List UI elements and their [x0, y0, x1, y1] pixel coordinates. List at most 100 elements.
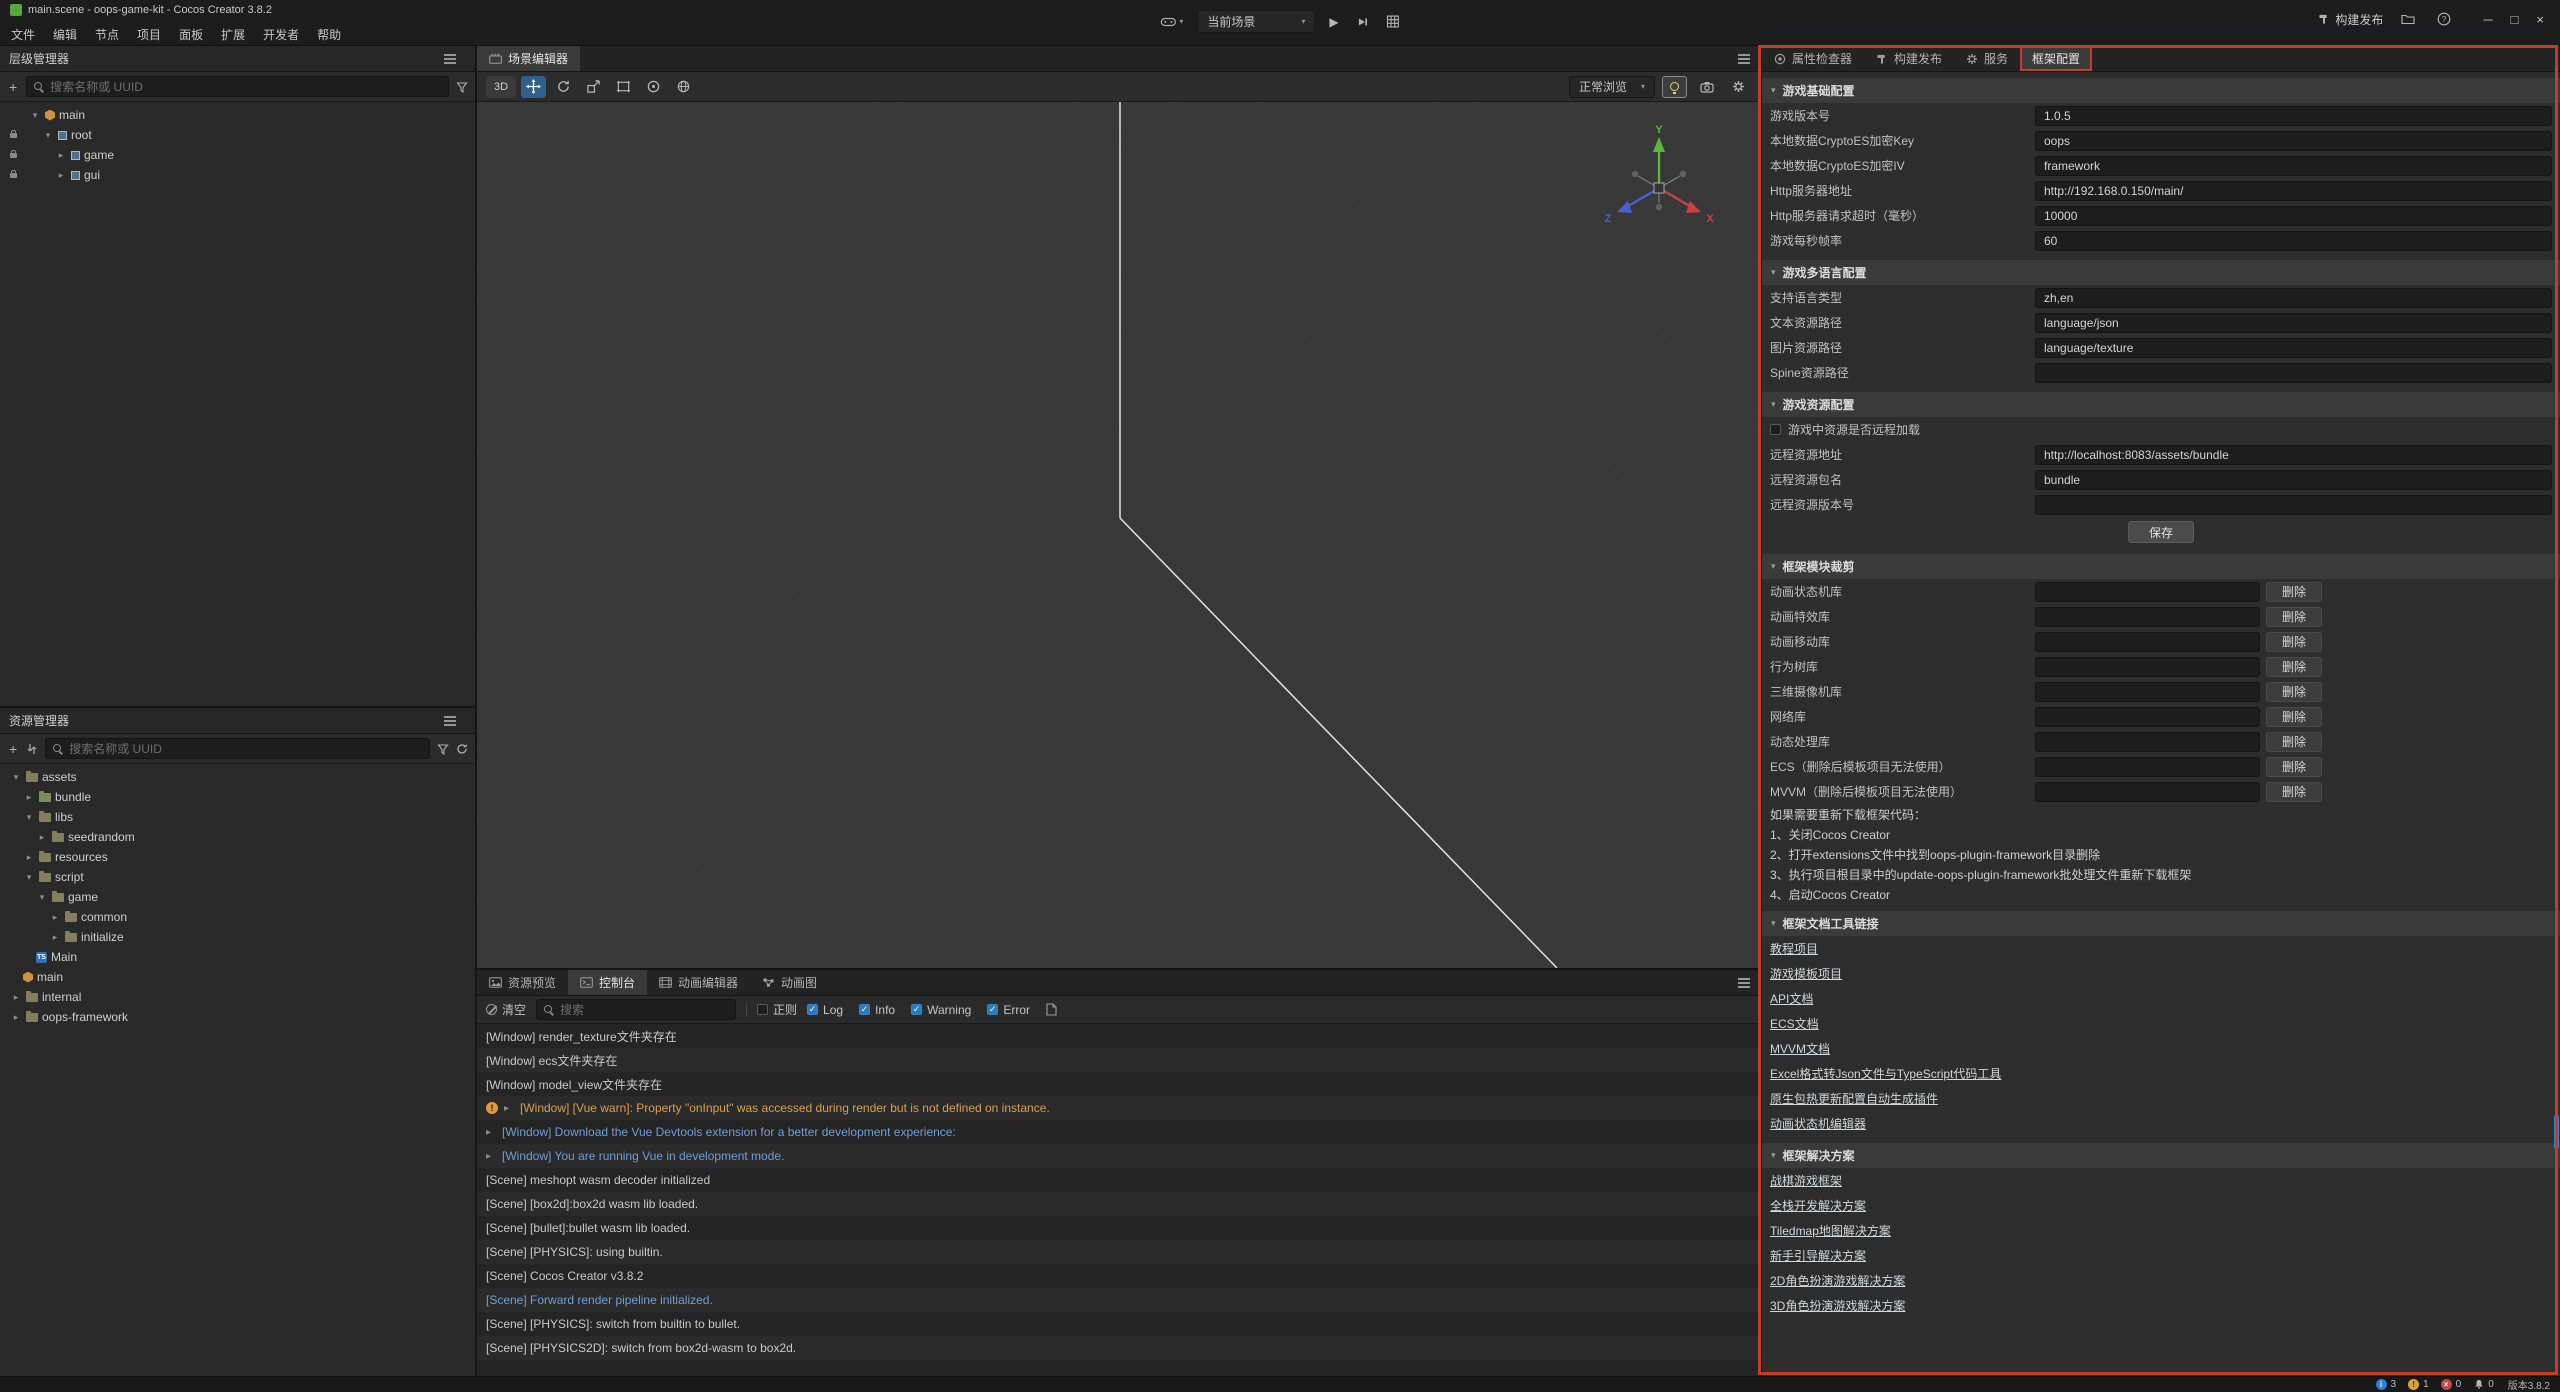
doc-link[interactable]: 游戏模板项目 [1770, 965, 1842, 982]
menu-item[interactable]: 项目 [128, 23, 170, 46]
field-input[interactable]: http://192.168.0.150/main/ [2035, 181, 2552, 201]
doc-link[interactable]: 教程项目 [1770, 940, 1818, 957]
delete-button[interactable]: 删除 [2266, 582, 2322, 602]
view-mode-select[interactable]: 正常浏览 ▾ [1569, 76, 1655, 98]
log-filter-warning[interactable]: Warning [911, 1003, 971, 1017]
minimize-button[interactable]: ─ [2475, 12, 2500, 27]
delete-button[interactable]: 删除 [2266, 732, 2322, 752]
sort-icon[interactable] [26, 743, 38, 755]
refresh-icon[interactable] [456, 743, 468, 755]
tab-framework-config[interactable]: 框架配置 [2020, 46, 2092, 71]
create-asset-button[interactable]: + [7, 741, 19, 757]
panel-menu-icon[interactable] [1728, 46, 1760, 71]
field-input[interactable]: 10000 [2035, 206, 2552, 226]
mode-3d-button[interactable]: 3D [486, 76, 516, 98]
chevron-down-icon[interactable]: ▾ [36, 892, 48, 903]
menu-item[interactable]: 节点 [86, 23, 128, 46]
filter-icon[interactable] [456, 81, 468, 93]
log-row[interactable]: !▸[Window] [Vue warn]: Property "onInput… [477, 1096, 1760, 1120]
field-input[interactable]: framework [2035, 156, 2552, 176]
chevron-right-icon[interactable]: ▸ [36, 832, 48, 843]
log-row[interactable]: [Scene] [box2d]:box2d wasm lib loaded. [477, 1192, 1760, 1216]
world-toggle[interactable] [671, 76, 696, 98]
log-row[interactable]: ▸[Window] Download the Vue Devtools exte… [477, 1120, 1760, 1144]
log-row[interactable]: [Window] render_texture文件夹存在 [477, 1024, 1760, 1048]
regex-toggle[interactable]: 正则 [757, 1001, 797, 1018]
doc-link[interactable]: API文档 [1770, 990, 1813, 1007]
maximize-button[interactable]: □ [2503, 12, 2527, 27]
panel-menu-icon[interactable] [434, 720, 466, 722]
light-toggle[interactable] [1662, 76, 1687, 98]
section-header[interactable]: ▾框架模块裁剪 [1762, 554, 2560, 579]
module-input[interactable] [2035, 657, 2260, 677]
assets-search-input[interactable] [69, 742, 422, 756]
folder-icon[interactable] [2397, 11, 2419, 27]
build-button[interactable]: 构建发布 [2318, 11, 2383, 28]
close-button[interactable]: × [2528, 12, 2552, 27]
delete-button[interactable]: 删除 [2266, 682, 2322, 702]
hierarchy-search[interactable] [26, 76, 449, 97]
field-input[interactable]: bundle [2035, 470, 2552, 490]
console-tab[interactable]: 动画编辑器 [647, 970, 750, 995]
log-row[interactable]: [Scene] meshopt wasm decoder initialized [477, 1168, 1760, 1192]
field-input[interactable]: http://localhost:8083/assets/bundle [2035, 445, 2552, 465]
module-input[interactable] [2035, 707, 2260, 727]
delete-button[interactable]: 删除 [2266, 607, 2322, 627]
section-header[interactable]: ▾游戏多语言配置 [1762, 260, 2560, 285]
module-input[interactable] [2035, 757, 2260, 777]
console-search[interactable] [536, 999, 736, 1020]
doc-link[interactable]: 全栈开发解决方案 [1770, 1197, 1866, 1214]
doc-link[interactable]: 3D角色扮演游戏解决方案 [1770, 1297, 1905, 1314]
field-input[interactable]: zh,en [2035, 288, 2552, 308]
chevron-down-icon[interactable]: ▾ [23, 812, 35, 823]
field-input[interactable] [2035, 363, 2552, 383]
section-header[interactable]: ▾游戏资源配置 [1762, 392, 2560, 417]
section-header[interactable]: ▾游戏基础配置 [1762, 78, 2560, 103]
tree-row[interactable]: TSMain [0, 947, 475, 967]
device-select[interactable]: ▾ [1156, 14, 1187, 30]
tree-row[interactable]: ▸initialize [0, 927, 475, 947]
module-input[interactable] [2035, 582, 2260, 602]
tree-row[interactable]: ▾script [0, 867, 475, 887]
tree-row[interactable]: ▾libs [0, 807, 475, 827]
chevron-right-icon[interactable]: ▸ [55, 170, 67, 181]
doc-link[interactable]: ECS文档 [1770, 1015, 1819, 1032]
filter-icon[interactable] [437, 743, 449, 755]
chevron-right-icon[interactable]: ▸ [10, 1012, 22, 1023]
rotate-tool[interactable] [551, 76, 576, 98]
remote-load-checkbox[interactable] [1770, 424, 1781, 435]
tree-row[interactable]: ▾game [0, 887, 475, 907]
filter-checkbox[interactable] [807, 1004, 818, 1015]
console-tab[interactable]: 控制台 [568, 970, 647, 995]
filter-checkbox[interactable] [987, 1004, 998, 1015]
move-tool[interactable] [521, 76, 546, 98]
field-input[interactable] [2035, 495, 2552, 515]
module-input[interactable] [2035, 682, 2260, 702]
status-error[interactable]: ×0 [2441, 1379, 2462, 1390]
console-tab[interactable]: 动画图 [750, 970, 829, 995]
status-warning[interactable]: !1 [2408, 1379, 2429, 1390]
field-input[interactable]: language/texture [2035, 338, 2552, 358]
module-input[interactable] [2035, 632, 2260, 652]
chevron-down-icon[interactable]: ▾ [29, 110, 41, 121]
module-input[interactable] [2035, 782, 2260, 802]
export-log-icon[interactable] [1046, 1003, 1057, 1016]
status-bell[interactable]: 0 [2473, 1379, 2494, 1390]
doc-link[interactable]: MVVM文档 [1770, 1040, 1830, 1057]
log-row[interactable]: [Scene] [PHYSICS]: using builtin. [477, 1240, 1760, 1264]
doc-link[interactable]: Excel格式转Json文件与TypeScript代码工具 [1770, 1065, 2001, 1082]
tree-row[interactable]: ▾main [0, 105, 475, 125]
scene-viewport[interactable]: Y X Z [477, 102, 1760, 968]
status-info[interactable]: i3 [2376, 1379, 2397, 1390]
clear-console-button[interactable]: 清空 [486, 1001, 526, 1018]
delete-button[interactable]: 删除 [2266, 782, 2322, 802]
scale-tool[interactable] [581, 76, 606, 98]
pivot-toggle[interactable] [641, 76, 666, 98]
log-row[interactable]: ▸[Window] You are running Vue in develop… [477, 1144, 1760, 1168]
log-row[interactable]: [Scene] Forward render pipeline initiali… [477, 1288, 1760, 1312]
tree-row[interactable]: ▸internal [0, 987, 475, 1007]
module-input[interactable] [2035, 732, 2260, 752]
doc-link[interactable]: 战棋游戏框架 [1770, 1172, 1842, 1189]
tab-build[interactable]: 构建发布 [1864, 46, 1954, 71]
tab-inspector[interactable]: 属性检查器 [1762, 46, 1864, 71]
